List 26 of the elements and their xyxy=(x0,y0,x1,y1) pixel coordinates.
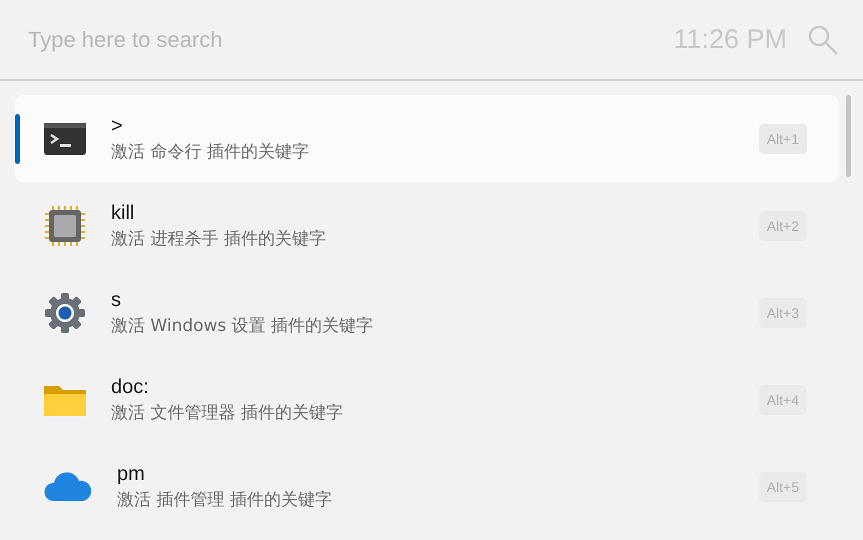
selection-indicator xyxy=(15,114,20,164)
result-title: kill xyxy=(111,202,136,224)
shortcut-badge: Alt+3 xyxy=(758,298,807,328)
chip-icon xyxy=(43,204,87,248)
shortcut-badge: Alt+4 xyxy=(758,384,807,414)
result-description: 激活 Windows 设置 插件的关键字 xyxy=(111,314,374,336)
search-field[interactable]: Type here to search xyxy=(28,22,654,58)
result-title: doc: xyxy=(111,376,150,398)
result-description: 激活 插件管理 插件的关键字 xyxy=(117,488,333,510)
gear-icon xyxy=(43,290,87,334)
result-title: s xyxy=(111,288,122,312)
scrollbar-thumb[interactable] xyxy=(846,95,851,177)
result-item[interactable]: kill 激活 进程杀手 插件的关键字 Alt+2 xyxy=(15,182,839,269)
result-description: 激活 文件管理器 插件的关键字 xyxy=(111,402,344,424)
shortcut-badge: Alt+2 xyxy=(758,210,807,240)
shortcut-badge: Alt+5 xyxy=(758,472,807,502)
result-item[interactable]: > 激活 命令行 插件的关键字 Alt+1 xyxy=(15,95,839,182)
search-icon[interactable] xyxy=(807,24,839,56)
result-item[interactable]: s 激活 Windows 设置 插件的关键字 Alt+3 xyxy=(15,269,839,356)
result-item[interactable]: pm 激活 插件管理 插件的关键字 Alt+5 xyxy=(15,443,839,530)
result-item[interactable]: doc: 激活 文件管理器 插件的关键字 Alt+4 xyxy=(15,356,839,443)
result-title: > xyxy=(111,114,124,138)
result-description: 激活 进程杀手 插件的关键字 xyxy=(111,228,327,250)
result-title: pm xyxy=(117,462,146,486)
result-description: 激活 命令行 插件的关键字 xyxy=(111,140,310,162)
shortcut-badge: Alt+1 xyxy=(758,124,807,154)
